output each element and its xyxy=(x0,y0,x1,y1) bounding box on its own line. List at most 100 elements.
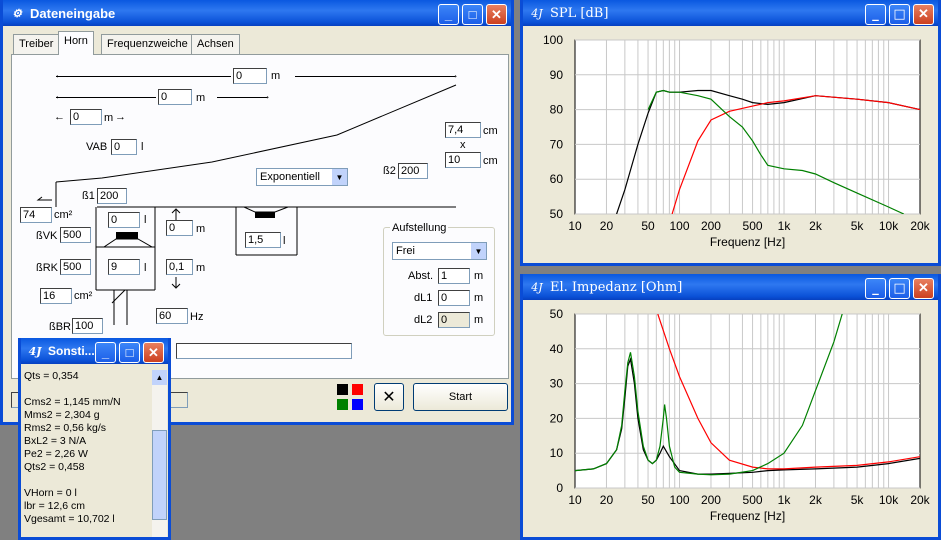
minimize-button[interactable]: _ xyxy=(865,278,886,299)
abst-input[interactable]: 1 xyxy=(438,268,470,284)
scroll-up-icon[interactable]: ▲ xyxy=(152,370,167,385)
sonst-window: 4J Sonsti... _ □ ✕ Qts = 0,354 Cms2 = 1,… xyxy=(18,338,171,540)
minimize-button[interactable]: _ xyxy=(438,4,459,25)
beta1-input[interactable]: 200 xyxy=(97,188,127,204)
beta1-label: ß1 xyxy=(82,190,95,202)
app-icon: 4J xyxy=(531,6,543,20)
dist1-input[interactable]: 0 xyxy=(166,220,193,236)
bvk-label: ßVK xyxy=(36,230,58,242)
plot-area xyxy=(574,313,921,489)
beta2-input[interactable]: 200 xyxy=(398,163,428,179)
maximize-button[interactable]: □ xyxy=(889,4,910,25)
vol3-input[interactable]: 1,5 xyxy=(245,232,281,248)
tab-frequenzweiche[interactable]: Frequenzweiche xyxy=(101,34,194,54)
y-tick-label: 90 xyxy=(550,68,564,82)
spl-window-titlebar[interactable]: 4J SPL [dB] _ □ ✕ xyxy=(523,0,938,26)
cancel-button[interactable]: ✕ xyxy=(374,383,404,411)
info-line xyxy=(24,383,152,396)
close-button[interactable]: ✕ xyxy=(143,342,164,363)
scrollbar[interactable]: ▲ xyxy=(152,370,167,537)
area2-input[interactable]: 16 xyxy=(40,288,72,304)
x-tick-label: 1k xyxy=(778,219,792,233)
y-tick-label: 10 xyxy=(550,446,564,460)
maximize-button[interactable]: □ xyxy=(889,278,910,299)
maximize-button[interactable]: □ xyxy=(462,4,483,25)
dl2-label: dL2 xyxy=(414,314,433,326)
y-tick-label: 0 xyxy=(556,481,563,495)
y-tick-label: 40 xyxy=(550,342,564,356)
x-tick-label: 100 xyxy=(669,219,689,233)
close-button[interactable]: ✕ xyxy=(913,278,934,299)
close-button[interactable]: ✕ xyxy=(913,4,934,25)
chevron-down-icon: ▼ xyxy=(471,243,486,259)
app-icon: 4J xyxy=(28,344,42,358)
x-axis-label: Frequenz [Hz] xyxy=(710,509,785,523)
horn-type-value: Exponentiell xyxy=(260,171,320,183)
minimize-button[interactable]: _ xyxy=(95,342,116,363)
y-tick-label: 20 xyxy=(550,411,564,425)
y-tick-label: 50 xyxy=(550,207,564,221)
sonst-text: Qts = 0,354 Cms2 = 1,145 mm/N Mms2 = 2,3… xyxy=(24,370,152,537)
aufstellung-value: Frei xyxy=(396,245,415,257)
area2-unit: cm² xyxy=(74,290,93,302)
w1-input[interactable]: 7,4 xyxy=(445,122,481,138)
color-green[interactable] xyxy=(337,399,348,410)
horn-panel: ← 0 m → ← 0 m → ← 0 m → VAB 0 l 7,4 cm x… xyxy=(11,54,509,379)
color-red[interactable] xyxy=(352,384,363,395)
vol-unit: l xyxy=(144,214,147,226)
aufstellung-select[interactable]: Frei ▼ xyxy=(392,242,487,260)
aufstellung-group: Aufstellung Frei ▼ Abst. 1 m dL1 0 m dL2… xyxy=(383,222,495,336)
maximize-button[interactable]: □ xyxy=(119,342,140,363)
freq-input[interactable]: 60 xyxy=(156,308,188,324)
bbr-input[interactable]: 100 xyxy=(72,318,103,334)
tab-horn[interactable]: Horn xyxy=(58,31,94,55)
app-icon: 4J xyxy=(531,280,543,294)
area1-input[interactable]: 74 xyxy=(20,207,52,223)
impedance-window: 4J El. Impedanz [Ohm] _ □ ✕ 0 10 20 30 40 50 1… xyxy=(520,274,941,540)
close-icon: ✕ xyxy=(382,389,396,406)
color-black[interactable] xyxy=(337,384,348,395)
abst-unit: m xyxy=(474,270,484,282)
comment-input[interactable] xyxy=(176,343,352,359)
info-line: VHorn = 0 l xyxy=(24,487,77,499)
sonst-window-titlebar[interactable]: 4J Sonsti... _ □ ✕ xyxy=(21,338,168,364)
scroll-thumb[interactable] xyxy=(152,430,167,520)
x-tick-label: 10 xyxy=(568,219,582,233)
dl1-input[interactable]: 0 xyxy=(438,290,470,306)
app-icon: ⚙ xyxy=(12,6,22,20)
x-tick-label: 500 xyxy=(743,493,763,507)
dist1-unit: m xyxy=(196,223,206,235)
x-tick-label: 20 xyxy=(600,493,614,507)
close-button[interactable]: ✕ xyxy=(486,4,507,25)
horn-type-select[interactable]: Exponentiell ▼ xyxy=(256,168,348,186)
color-palette[interactable] xyxy=(337,384,363,410)
x-tick-label: 2k xyxy=(809,493,823,507)
y-tick-label: 30 xyxy=(550,377,564,391)
vol2-input[interactable]: 9 xyxy=(108,259,140,275)
info-line: BxL2 = 3 N/A xyxy=(24,435,87,447)
times-label: x xyxy=(460,139,466,151)
dl2-input[interactable]: 0 xyxy=(438,312,470,328)
dl1-unit: m xyxy=(474,292,484,304)
tab-treiber[interactable]: Treiber xyxy=(13,34,60,54)
color-blue[interactable] xyxy=(352,399,363,410)
w2-input[interactable]: 10 xyxy=(445,152,481,168)
tab-achsen[interactable]: Achsen xyxy=(191,34,240,54)
x-axis-label: Frequenz [Hz] xyxy=(710,235,785,249)
dl1-label: dL1 xyxy=(414,292,433,304)
minimize-button[interactable]: _ xyxy=(865,4,886,25)
sonst-window-title: Sonsti... xyxy=(48,344,95,358)
x-tick-label: 500 xyxy=(743,219,763,233)
x-tick-label: 5k xyxy=(851,493,865,507)
vol-input[interactable]: 0 xyxy=(108,212,140,228)
impedance-window-titlebar[interactable]: 4J El. Impedanz [Ohm] _ □ ✕ xyxy=(523,274,938,300)
bvk-input[interactable]: 500 xyxy=(60,227,91,243)
impedance-window-title: El. Impedanz [Ohm] xyxy=(550,279,683,295)
beta2-label: ß2 xyxy=(383,165,396,177)
dist2-input[interactable]: 0,1 xyxy=(166,259,193,275)
y-tick-label: 50 xyxy=(550,307,564,321)
brk-input[interactable]: 500 xyxy=(60,259,91,275)
y-tick-label: 80 xyxy=(550,103,564,117)
input-window-titlebar[interactable]: ⚙ Dateneingabe _ □ ✕ xyxy=(3,0,511,26)
start-button[interactable]: Start xyxy=(413,383,508,411)
